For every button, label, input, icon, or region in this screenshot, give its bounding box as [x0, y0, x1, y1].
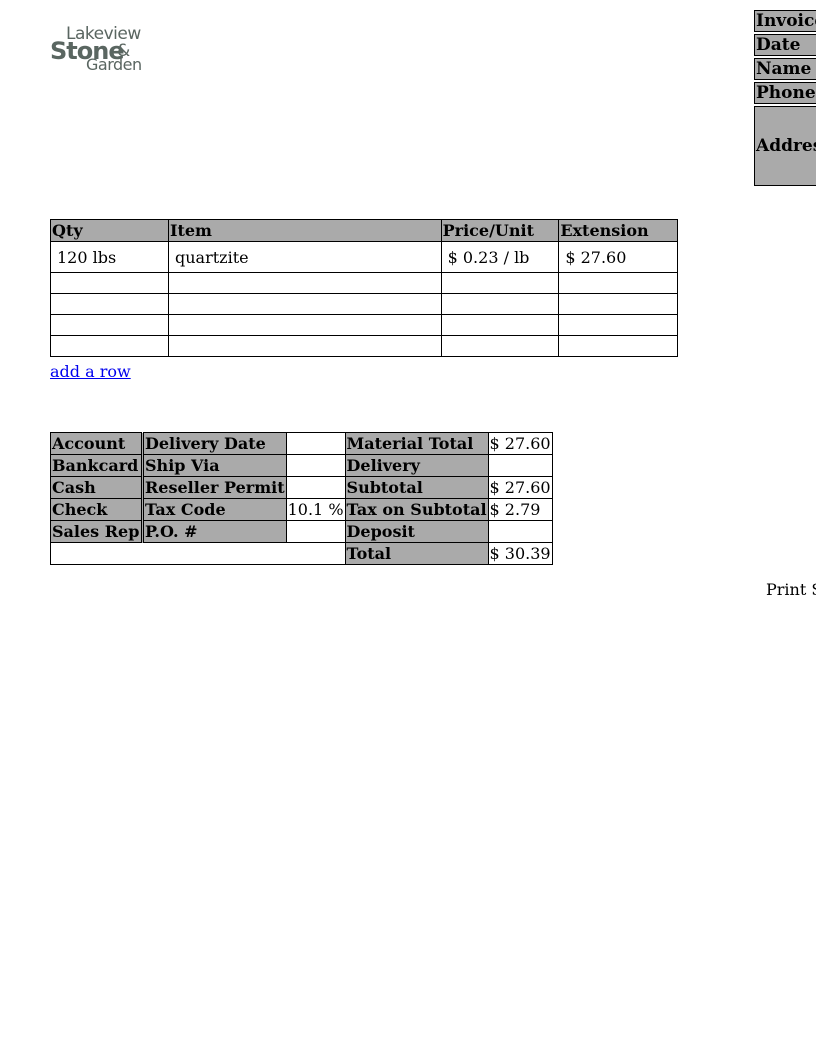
table-row: [50, 272, 678, 294]
table-row: [50, 335, 678, 357]
extension-cell: [558, 293, 678, 315]
table-row: [50, 293, 678, 315]
extension-cell: [558, 314, 678, 336]
deposit-label: Deposit: [344, 520, 489, 543]
price-cell[interactable]: [440, 272, 560, 294]
item-cell[interactable]: [168, 293, 442, 315]
totals-table: Account Delivery Date Material Total $ 2…: [50, 432, 553, 565]
sales-rep-field[interactable]: [50, 542, 346, 565]
extension-cell: [558, 272, 678, 294]
item-cell[interactable]: [168, 272, 442, 294]
qty-cell[interactable]: 120 lbs: [50, 241, 169, 273]
po-number-field[interactable]: [285, 520, 346, 543]
name-label: Name: [754, 58, 816, 80]
tax-code-field[interactable]: 10.1 %: [285, 498, 346, 521]
delivery-date-label: Delivery Date: [141, 432, 287, 455]
ship-via-field[interactable]: [285, 454, 346, 477]
price-cell[interactable]: [440, 335, 560, 357]
items-header-row: Qty Item Price/Unit Extension: [50, 219, 678, 242]
line-items-table: Qty Item Price/Unit Extension 120 lbs qu…: [50, 219, 678, 357]
ship-via-label: Ship Via: [141, 454, 287, 477]
total-value: $ 30.39: [487, 542, 553, 565]
qty-cell[interactable]: [50, 314, 169, 336]
item-cell[interactable]: [168, 314, 442, 336]
material-total-value: $ 27.60: [487, 432, 553, 455]
delivery-date-field[interactable]: [285, 432, 346, 455]
qty-cell[interactable]: [50, 293, 169, 315]
company-logo: Lakeview Stone & Garden: [50, 24, 146, 76]
account-label[interactable]: Account: [50, 432, 143, 455]
phone-label: Phone: [754, 82, 816, 104]
tax-code-label: Tax Code: [141, 498, 287, 521]
item-header: Item: [168, 219, 442, 242]
print-link[interactable]: Print S: [766, 580, 816, 599]
total-label: Total: [344, 542, 489, 565]
tax-on-subtotal-value: $ 2.79: [487, 498, 553, 521]
material-total-label: Material Total: [344, 432, 489, 455]
subtotal-value: $ 27.60: [487, 476, 553, 499]
address-label: Addres: [754, 106, 816, 186]
bankcard-label[interactable]: Bankcard: [50, 454, 143, 477]
reseller-permit-label: Reseller Permit: [141, 476, 287, 499]
check-label[interactable]: Check: [50, 498, 143, 521]
price-cell[interactable]: [440, 314, 560, 336]
item-cell[interactable]: quartzite: [168, 241, 442, 273]
deposit-value[interactable]: [487, 520, 553, 543]
qty-cell[interactable]: [50, 272, 169, 294]
table-row: [50, 314, 678, 336]
price-cell[interactable]: [440, 293, 560, 315]
date-label: Date: [754, 34, 816, 56]
subtotal-label: Subtotal: [344, 476, 489, 499]
reseller-permit-field[interactable]: [285, 476, 346, 499]
sales-rep-label: Sales Rep: [50, 520, 143, 543]
qty-cell[interactable]: [50, 335, 169, 357]
tax-on-subtotal-label: Tax on Subtotal: [344, 498, 489, 521]
add-row-link[interactable]: add a row: [50, 362, 131, 381]
delivery-value[interactable]: [487, 454, 553, 477]
price-cell[interactable]: $ 0.23 / lb: [440, 241, 560, 273]
table-row: 120 lbs quartzite $ 0.23 / lb $ 27.60: [50, 241, 678, 273]
logo-line-garden: Garden: [86, 55, 142, 74]
item-cell[interactable]: [168, 335, 442, 357]
invoice-header-fields: Invoice Date Name Phone Addres: [752, 8, 816, 188]
cash-label[interactable]: Cash: [50, 476, 143, 499]
po-number-label: P.O. #: [141, 520, 287, 543]
invoice-label: Invoice: [754, 10, 816, 32]
extension-cell: [558, 335, 678, 357]
qty-header: Qty: [50, 219, 169, 242]
extension-header: Extension: [558, 219, 678, 242]
delivery-label: Delivery: [344, 454, 489, 477]
price-unit-header: Price/Unit: [440, 219, 560, 242]
extension-cell: $ 27.60: [558, 241, 678, 273]
